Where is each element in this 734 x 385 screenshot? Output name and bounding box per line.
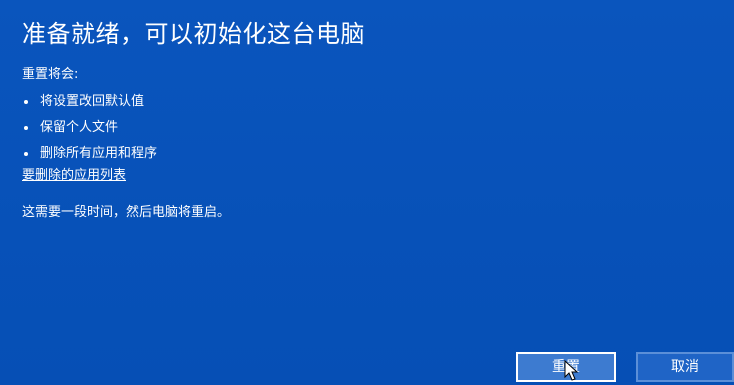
list-item: 保留个人文件: [22, 115, 157, 141]
dialog-title: 准备就绪，可以初始化这台电脑: [22, 20, 365, 48]
bullet-icon: [24, 152, 28, 156]
list-item-text: 保留个人文件: [40, 120, 119, 135]
reset-pc-dialog: 准备就绪，可以初始化这台电脑 重置将会: 将设置改回默认值 保留个人文件 删除所…: [0, 0, 734, 385]
apps-to-remove-link[interactable]: 要删除的应用列表: [22, 166, 126, 186]
list-item: 将设置改回默认值: [22, 89, 157, 115]
mouse-pointer-icon: [564, 360, 579, 381]
cancel-button[interactable]: 取消: [636, 352, 734, 382]
bullet-icon: [24, 100, 28, 104]
reset-actions-list: 将设置改回默认值 保留个人文件 删除所有应用和程序: [22, 89, 157, 167]
list-item: 删除所有应用和程序: [22, 141, 157, 167]
reset-summary-label: 重置将会:: [22, 67, 79, 82]
restart-note: 这需要一段时间，然后电脑将重启。: [22, 205, 231, 220]
list-item-text: 删除所有应用和程序: [40, 146, 158, 161]
bullet-icon: [24, 126, 28, 130]
list-item-text: 将设置改回默认值: [40, 94, 145, 109]
